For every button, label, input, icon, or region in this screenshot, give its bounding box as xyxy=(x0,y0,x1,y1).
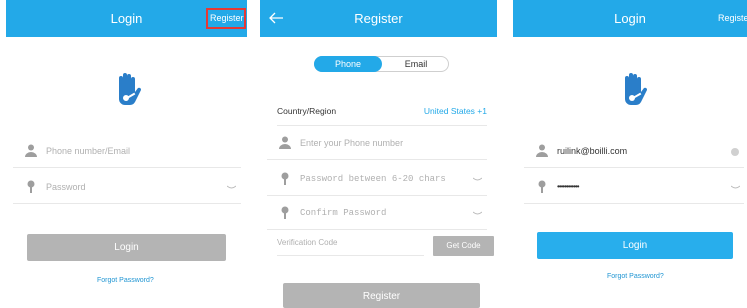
password-placeholder: Password xyxy=(46,182,86,192)
eye-closed-icon[interactable] xyxy=(473,177,482,182)
verification-code-placeholder: Verification Code xyxy=(277,238,338,247)
tab-phone[interactable]: Phone xyxy=(314,56,382,72)
login-header: Login Register xyxy=(6,0,247,37)
user-icon xyxy=(536,144,548,157)
phone-number-placeholder: Enter your Phone number xyxy=(300,138,404,148)
get-code-button[interactable]: Get Code xyxy=(433,236,494,256)
register-highlight-box xyxy=(206,8,246,29)
forgot-password-link[interactable]: Forgot Password? xyxy=(97,277,154,284)
register-screen: Register Phone Email Country/Region Unit… xyxy=(260,0,497,308)
password-value: •••••••••••• xyxy=(557,182,580,191)
password-field[interactable]: •••••••••••• xyxy=(524,171,744,204)
key-icon xyxy=(27,180,35,193)
country-region-label: Country/Region xyxy=(277,106,337,116)
phone-email-field[interactable]: Phone number/Email xyxy=(13,135,241,168)
hand-key-icon xyxy=(119,73,142,105)
password-placeholder: Password between 6-20 chars xyxy=(300,174,446,184)
hand-key-icon xyxy=(625,73,648,105)
password-field[interactable]: Password between 6-20 chars xyxy=(267,163,487,196)
country-region-row[interactable]: Country/Region United States +1 xyxy=(277,95,487,126)
eye-closed-icon[interactable] xyxy=(473,211,482,216)
page-title: Register xyxy=(354,11,403,26)
key-icon xyxy=(538,180,546,193)
email-value: ruilink@boilli.com xyxy=(557,146,628,156)
clear-icon[interactable] xyxy=(731,148,739,156)
login-button[interactable]: Login xyxy=(537,232,733,259)
forgot-password-link[interactable]: Forgot Password? xyxy=(607,273,664,280)
login-filled-screen: Login Registe ruilink@boilli.com •••••••… xyxy=(513,0,747,308)
key-icon xyxy=(281,172,289,185)
tab-email[interactable]: Email xyxy=(383,56,449,72)
login-button[interactable]: Login xyxy=(27,234,226,261)
confirm-password-placeholder: Confirm Password xyxy=(300,208,387,218)
email-field[interactable]: ruilink@boilli.com xyxy=(524,135,744,168)
register-button[interactable]: Register xyxy=(283,283,480,308)
phone-number-field[interactable]: Enter your Phone number xyxy=(267,127,487,160)
user-icon xyxy=(25,144,37,157)
password-field[interactable]: Password xyxy=(13,171,241,204)
user-icon xyxy=(279,136,291,149)
register-link[interactable]: Registe xyxy=(718,13,747,23)
page-title: Login xyxy=(614,11,646,26)
key-icon xyxy=(281,206,289,219)
confirm-password-field[interactable]: Confirm Password xyxy=(267,197,487,230)
eye-closed-icon[interactable] xyxy=(731,185,740,190)
register-header: Register xyxy=(260,0,497,37)
phone-email-toggle: Phone Email xyxy=(314,56,449,72)
eye-closed-icon[interactable] xyxy=(227,185,236,190)
verification-code-field[interactable]: Verification Code xyxy=(277,235,424,256)
login-header: Login Registe xyxy=(513,0,747,37)
phone-email-placeholder: Phone number/Email xyxy=(46,146,131,156)
login-screen: Login Register Phone number/Email Passwo… xyxy=(6,0,247,308)
country-region-value[interactable]: United States +1 xyxy=(424,106,487,116)
